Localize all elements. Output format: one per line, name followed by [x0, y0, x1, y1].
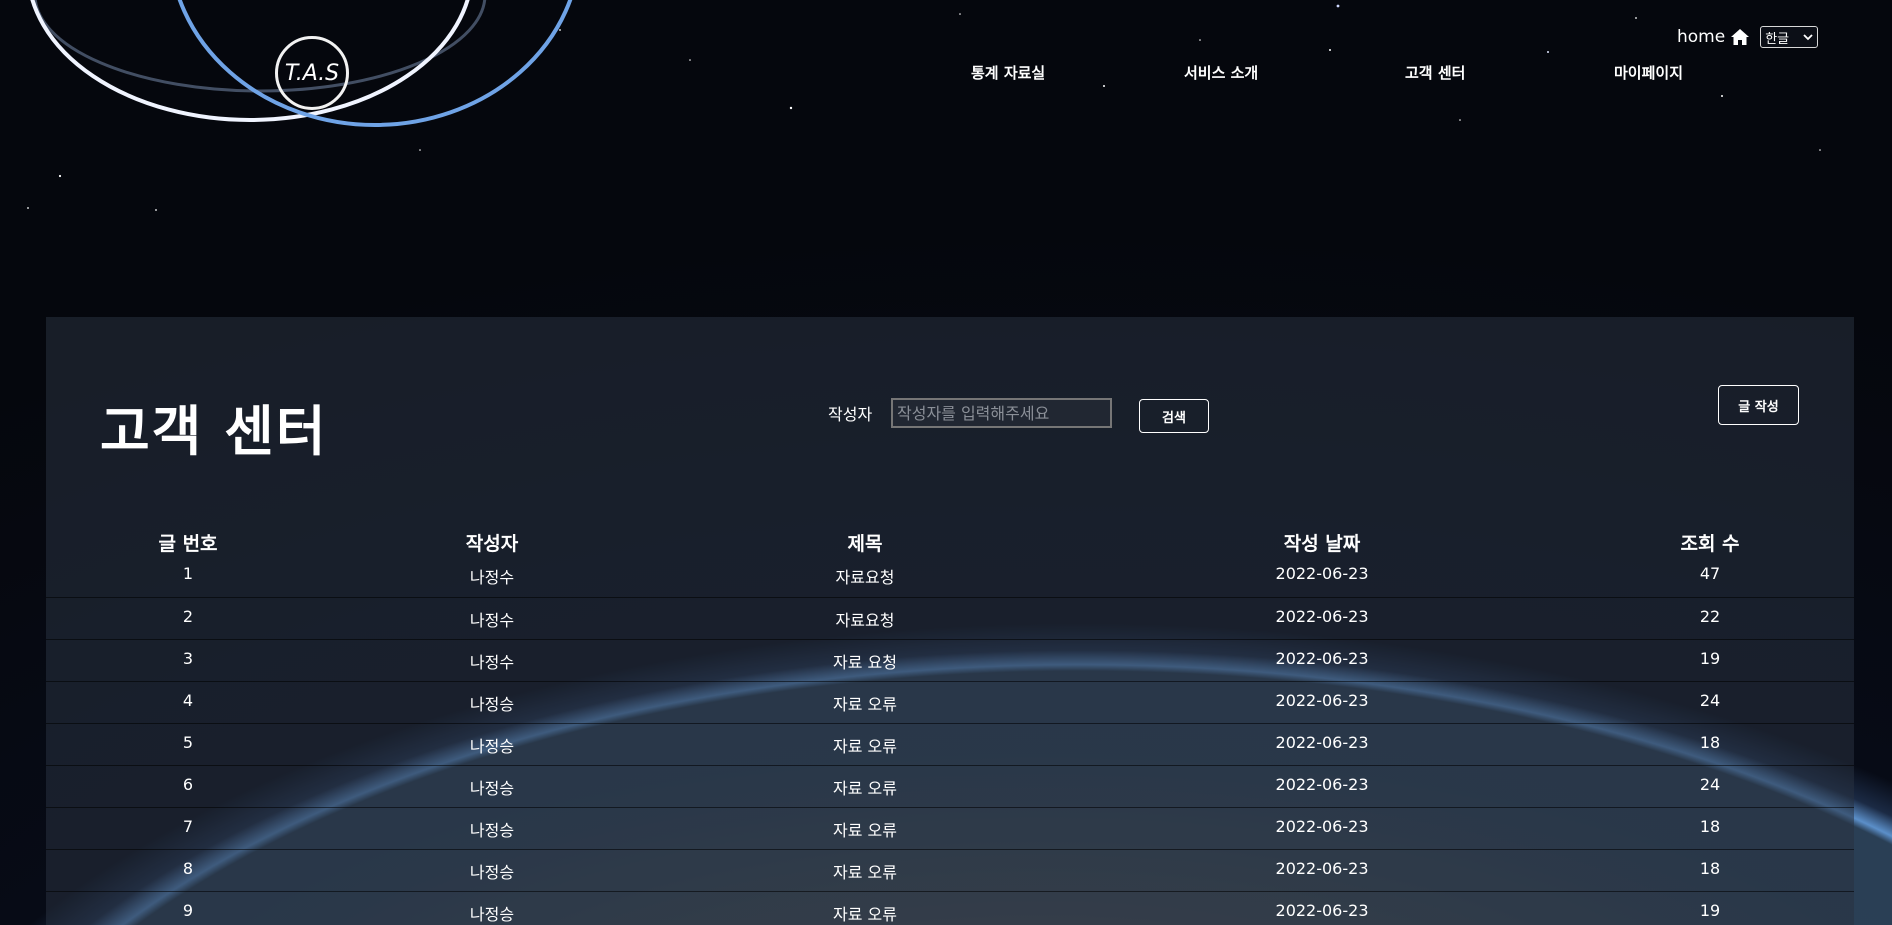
table-row[interactable]: 9 나정승 자료 오류 2022-06-23 19: [46, 891, 1854, 925]
cell-views: 47: [1699, 564, 1721, 583]
table-header: 글 번호 작성자 제목 작성 날짜 조회 수: [46, 517, 1854, 555]
cell-date: 2022-06-23: [1275, 733, 1369, 752]
cell-date: 2022-06-23: [1275, 564, 1369, 583]
language-select[interactable]: 한글: [1760, 26, 1819, 48]
cell-views: 24: [1699, 691, 1721, 710]
cell-author: 나정수: [469, 653, 515, 672]
table-row[interactable]: 8 나정승 자료 오류 2022-06-23 18: [46, 849, 1854, 891]
home-link[interactable]: home: [1677, 27, 1750, 47]
cell-title[interactable]: 자료요청: [836, 564, 895, 588]
cell-title[interactable]: 자료 요청: [833, 649, 897, 673]
cell-title[interactable]: 자료요청: [836, 607, 895, 631]
nav-item-service-intro[interactable]: 서비스 소개: [1184, 62, 1258, 83]
cell-number: 9: [182, 901, 194, 920]
column-header-number: 글 번호: [158, 533, 218, 555]
home-icon: [1731, 29, 1750, 45]
cell-views: 22: [1699, 607, 1721, 626]
cell-number: 5: [182, 733, 194, 752]
cell-number: 2: [182, 607, 194, 626]
cell-author: 나정승: [469, 821, 515, 840]
author-search-input[interactable]: [891, 398, 1112, 428]
cell-author: 나정승: [469, 779, 515, 798]
cell-date: 2022-06-23: [1275, 691, 1369, 710]
cell-author: 나정승: [469, 695, 515, 714]
cell-views: 19: [1699, 649, 1721, 668]
cell-number: 8: [182, 859, 194, 878]
home-label: home: [1677, 27, 1726, 47]
cell-date: 2022-06-23: [1275, 859, 1369, 878]
cell-date: 2022-06-23: [1275, 607, 1369, 626]
table-row[interactable]: 7 나정승 자료 오류 2022-06-23 18: [46, 807, 1854, 849]
search-label: 작성자: [828, 405, 873, 424]
cell-views: 19: [1699, 901, 1721, 920]
column-header-title: 제목: [847, 533, 883, 555]
cell-views: 18: [1699, 817, 1721, 836]
cell-author: 나정수: [469, 568, 515, 587]
cell-title[interactable]: 자료 오류: [833, 817, 897, 841]
cell-views: 24: [1699, 775, 1721, 794]
cell-date: 2022-06-23: [1275, 775, 1369, 794]
cell-views: 18: [1699, 733, 1721, 752]
cell-date: 2022-06-23: [1275, 817, 1369, 836]
nav-item-statistics[interactable]: 통계 자료실: [971, 62, 1045, 83]
main-nav: 통계 자료실 서비스 소개 고객 센터 마이페이지: [0, 62, 1892, 86]
post-table: 글 번호 작성자 제목 작성 날짜 조회 수 1 나정수 자료요청 2022-06-2…: [46, 517, 1854, 925]
cell-author: 나정승: [469, 737, 515, 756]
cell-title[interactable]: 자료 오류: [833, 733, 897, 757]
cell-number: 7: [182, 817, 194, 836]
column-header-views: 조회 수: [1680, 533, 1740, 555]
table-row[interactable]: 3 나정수 자료 요청 2022-06-23 19: [46, 639, 1854, 681]
cell-title[interactable]: 자료 오류: [833, 691, 897, 715]
cell-title[interactable]: 자료 오류: [833, 901, 897, 925]
chevron-down-icon: [1803, 34, 1813, 41]
cell-number: 4: [182, 691, 194, 710]
cell-number: 6: [182, 775, 194, 794]
cell-date: 2022-06-23: [1275, 649, 1369, 668]
utility-bar: home 한글: [1677, 26, 1819, 48]
table-row[interactable]: 1 나정수 자료요청 2022-06-23 47: [46, 555, 1854, 597]
nav-item-customer-center[interactable]: 고객 센터: [1405, 62, 1465, 83]
search-button[interactable]: 검색: [1139, 399, 1209, 433]
cell-author: 나정승: [469, 863, 515, 882]
write-post-button[interactable]: 글 작성: [1718, 385, 1799, 425]
language-selected-value: 한글: [1765, 31, 1790, 47]
table-row[interactable]: 2 나정수 자료요청 2022-06-23 22: [46, 597, 1854, 639]
cell-title[interactable]: 자료 오류: [833, 859, 897, 883]
cell-author: 나정수: [469, 611, 515, 630]
table-row[interactable]: 5 나정승 자료 오류 2022-06-23 18: [46, 723, 1854, 765]
table-row[interactable]: 6 나정승 자료 오류 2022-06-23 24: [46, 765, 1854, 807]
column-header-date: 작성 날짜: [1283, 533, 1361, 555]
table-body: 1 나정수 자료요청 2022-06-23 47 2 나정수 자료요청 2022-06-23 22…: [46, 555, 1854, 925]
nav-item-mypage[interactable]: 마이페이지: [1614, 62, 1683, 83]
cell-views: 18: [1699, 859, 1721, 878]
table-row[interactable]: 4 나정승 자료 오류 2022-06-23 24: [46, 681, 1854, 723]
page-title: 고객 센터: [100, 400, 328, 463]
cell-number: 3: [182, 649, 194, 668]
column-header-author: 작성자: [465, 533, 519, 555]
cell-title[interactable]: 자료 오류: [833, 775, 897, 799]
board-panel: 고객 센터 작성자 검색 글 작성 글 번호 작성자 제목 작성 날짜 조회 수…: [46, 317, 1854, 925]
cell-date: 2022-06-23: [1275, 901, 1369, 920]
page: T.A.S 통계 자료실 서비스 소개 고객 센터 마이페이지 home 한글 …: [0, 0, 1892, 925]
cell-number: 1: [182, 564, 194, 583]
cell-author: 나정승: [469, 905, 515, 924]
